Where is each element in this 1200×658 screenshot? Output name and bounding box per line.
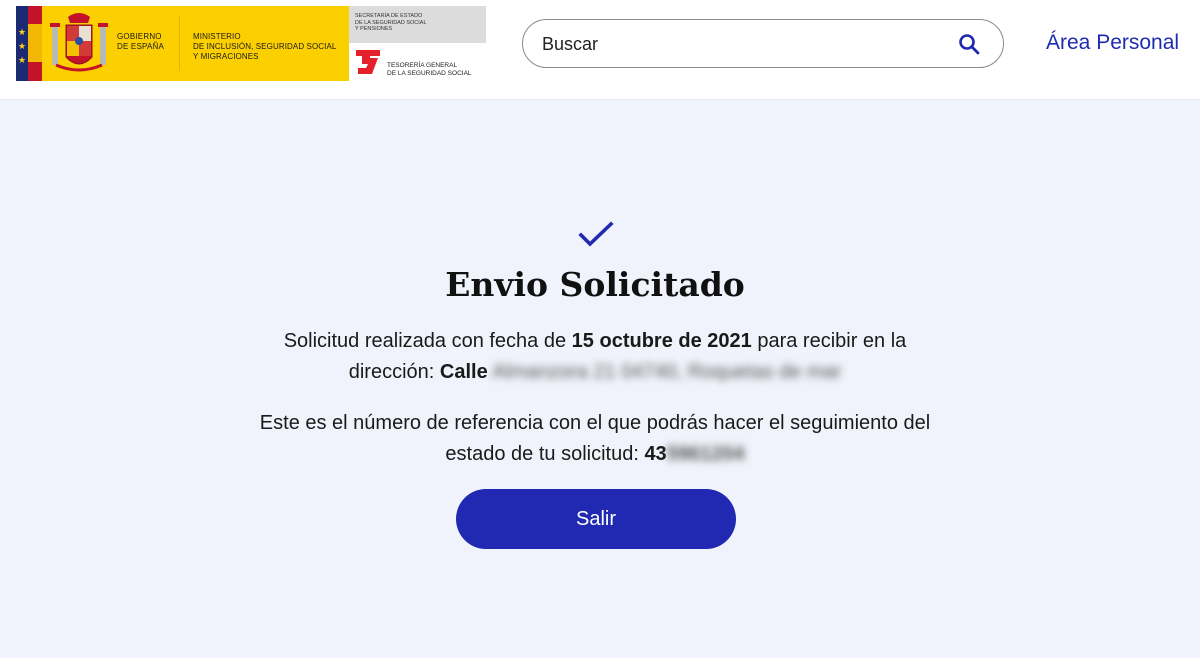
logo-divider: [179, 16, 180, 71]
address-redacted: Almanzora 21 04740, Roquetas de mar: [492, 361, 842, 383]
request-summary: Solicitud realizada con fecha de 15 octu…: [283, 330, 907, 383]
site-header: ★ ★ ★ GOBIERNO DE ESPAÑA MINISTERIO DE I…: [0, 0, 1200, 100]
search-box[interactable]: [522, 19, 1004, 68]
area-personal-link[interactable]: Área Personal: [1046, 31, 1179, 55]
star-icon: ★: [18, 55, 27, 65]
checkmark-icon: [578, 221, 614, 247]
tgss-text: TESORERÍA GENERAL DE LA SEGURIDAD SOCIAL: [387, 62, 472, 77]
reference-redacted: 5961204: [666, 443, 745, 465]
page-title: Envio Solicitado: [445, 265, 745, 304]
reference-number: 435961204: [644, 443, 745, 465]
reference-info: Este es el número de referencia con el q…: [259, 412, 931, 465]
secretaria-text: SECRETARÍA DE ESTADO DE LA SEGURIDAD SOC…: [355, 13, 427, 32]
eu-flag-band: ★ ★ ★: [16, 6, 42, 81]
search-input[interactable]: [542, 32, 942, 57]
coat-of-arms-icon: [50, 13, 108, 72]
government-logo[interactable]: ★ ★ ★ GOBIERNO DE ESPAÑA MINISTERIO DE I…: [16, 6, 486, 81]
star-icon: ★: [18, 41, 27, 51]
confirmation-panel: Envio Solicitado Solicitud realizada con…: [0, 101, 1200, 658]
exit-button[interactable]: Salir: [456, 489, 736, 549]
search-icon[interactable]: [957, 32, 981, 56]
tgss-logo-icon: [356, 50, 380, 74]
request-date: 15 octubre de 2021: [571, 330, 752, 352]
ministerio-text: MINISTERIO DE INCLUSIÓN, SEGURIDAD SOCIA…: [193, 32, 337, 61]
address-street: Calle: [439, 361, 488, 383]
gobierno-text: GOBIERNO DE ESPAÑA: [117, 32, 164, 51]
star-icon: ★: [18, 27, 27, 37]
